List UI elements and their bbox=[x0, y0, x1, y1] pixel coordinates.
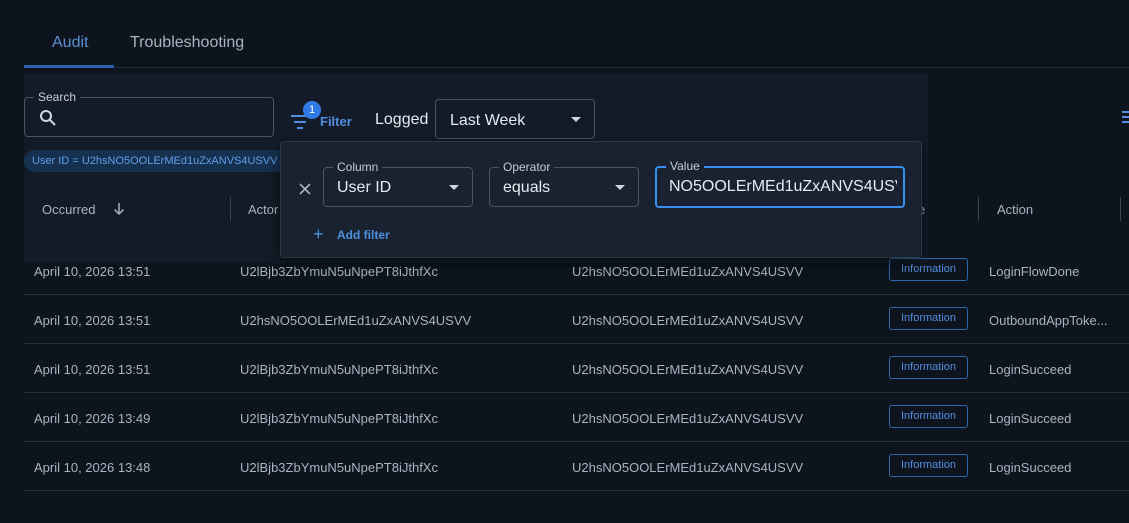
operator-select[interactable]: Operator equals bbox=[489, 160, 639, 207]
cell-target: U2hsNO5OOLErMEd1uZxANVS4USVV bbox=[572, 264, 804, 279]
level-badge: Information bbox=[889, 454, 968, 477]
cell-occurred: April 10, 2026 13:48 bbox=[34, 460, 151, 475]
value-label: Value bbox=[666, 159, 704, 173]
cell-actor: U2lBjb3ZbYmuN5uNpePT8iJthfXc bbox=[240, 264, 438, 279]
table-row[interactable]: April 10, 2026 13:51 U2hsNO5OOLErMEd1uZx… bbox=[24, 295, 1129, 344]
cell-occurred: April 10, 2026 13:51 bbox=[34, 362, 151, 377]
cell-occurred: April 10, 2026 13:49 bbox=[34, 411, 151, 426]
cell-target: U2hsNO5OOLErMEd1uZxANVS4USVV bbox=[572, 362, 804, 377]
value-field[interactable]: Value bbox=[655, 159, 905, 208]
cell-target: U2hsNO5OOLErMEd1uZxANVS4USVV bbox=[572, 313, 804, 328]
chevron-down-icon bbox=[571, 117, 581, 122]
search-label: Search bbox=[34, 90, 81, 104]
table-row[interactable]: April 10, 2026 13:48 U2lBjb3ZbYmuN5uNpeP… bbox=[24, 442, 1129, 491]
chevron-down-icon bbox=[449, 185, 459, 190]
column-header-occurred[interactable]: Occurred bbox=[42, 202, 95, 217]
level-badge: Information bbox=[889, 307, 968, 330]
logged-label: Logged bbox=[375, 111, 429, 128]
table-row[interactable]: April 10, 2026 13:51 U2lBjb3ZbYmuN5uNpeP… bbox=[24, 344, 1129, 393]
column-separator[interactable] bbox=[230, 197, 231, 221]
column-separator[interactable] bbox=[978, 197, 979, 221]
column-header-actor[interactable]: Actor bbox=[248, 202, 278, 217]
tab-audit[interactable]: Audit bbox=[52, 34, 88, 52]
plus-icon: + bbox=[313, 224, 324, 244]
active-filter-chip[interactable]: User ID = U2hsNO5OOLErMEd1uZxANVS4USVV bbox=[24, 150, 286, 172]
level-badge: Information bbox=[889, 405, 968, 428]
tab-bar: Audit Troubleshooting bbox=[24, 0, 1129, 68]
cell-action: LoginSucceed bbox=[989, 460, 1072, 475]
filter-count-badge: 1 bbox=[303, 101, 321, 119]
level-badge: Information bbox=[889, 258, 968, 281]
filter-button[interactable]: 1 Filter bbox=[288, 101, 358, 134]
cell-action: LoginFlowDone bbox=[989, 264, 1080, 279]
columns-menu-icon[interactable] bbox=[1122, 110, 1129, 124]
table-row[interactable]: April 10, 2026 13:49 U2lBjb3ZbYmuN5uNpeP… bbox=[24, 393, 1129, 442]
cell-target: U2hsNO5OOLErMEd1uZxANVS4USVV bbox=[572, 460, 804, 475]
level-badge: Information bbox=[889, 356, 968, 379]
cell-actor: U2lBjb3ZbYmuN5uNpePT8iJthfXc bbox=[240, 460, 438, 475]
column-separator[interactable] bbox=[1120, 197, 1121, 221]
close-icon[interactable] bbox=[298, 182, 312, 196]
column-label: Column bbox=[333, 160, 383, 174]
column-select[interactable]: Column User ID bbox=[323, 160, 473, 207]
cell-action: OutboundAppToke... bbox=[989, 313, 1108, 328]
add-filter-label: Add filter bbox=[337, 228, 390, 242]
arrow-down-icon[interactable] bbox=[113, 202, 125, 216]
column-header-action[interactable]: Action bbox=[997, 202, 1033, 217]
cell-actor: U2lBjb3ZbYmuN5uNpePT8iJthfXc bbox=[240, 362, 438, 377]
active-tab-indicator bbox=[24, 65, 114, 68]
filter-panel: Column User ID Operator equals Value + A… bbox=[280, 141, 922, 258]
cell-target: U2hsNO5OOLErMEd1uZxANVS4USVV bbox=[572, 411, 804, 426]
cell-action: LoginSucceed bbox=[989, 362, 1072, 377]
filter-label: Filter bbox=[320, 114, 352, 129]
cell-occurred: April 10, 2026 13:51 bbox=[34, 313, 151, 328]
operator-value: equals bbox=[503, 179, 551, 196]
add-filter-button[interactable]: + Add filter bbox=[313, 224, 413, 244]
logged-select[interactable]: Last Week bbox=[435, 99, 595, 139]
cell-action: LoginSucceed bbox=[989, 411, 1072, 426]
operator-label: Operator bbox=[499, 160, 555, 174]
chevron-down-icon bbox=[615, 185, 625, 190]
search-icon bbox=[40, 110, 56, 126]
cell-actor: U2hsNO5OOLErMEd1uZxANVS4USVV bbox=[240, 313, 472, 328]
column-value: User ID bbox=[337, 179, 392, 196]
cell-occurred: April 10, 2026 13:51 bbox=[34, 264, 151, 279]
logged-value: Last Week bbox=[450, 112, 526, 129]
search-field[interactable]: Search bbox=[24, 90, 274, 137]
tab-troubleshooting[interactable]: Troubleshooting bbox=[130, 34, 244, 52]
active-filter-chip-text: User ID = U2hsNO5OOLErMEd1uZxANVS4USVV bbox=[32, 155, 278, 167]
cell-actor: U2lBjb3ZbYmuN5uNpePT8iJthfXc bbox=[240, 411, 438, 426]
value-input[interactable] bbox=[669, 178, 897, 196]
